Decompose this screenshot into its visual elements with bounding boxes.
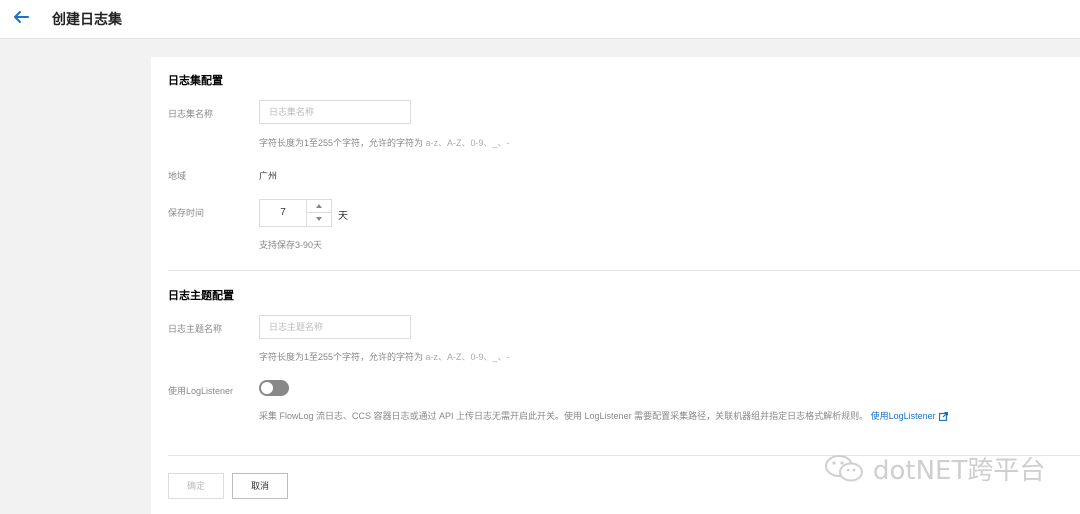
topic-name-label: 日志主题名称	[168, 324, 223, 334]
decrement-button[interactable]	[307, 213, 332, 226]
retention-stepper: 7	[259, 199, 332, 227]
retention-value[interactable]: 7	[260, 200, 306, 226]
external-link-icon[interactable]	[938, 412, 948, 422]
wechat-icon	[825, 455, 863, 482]
logset-name-label: 日志集名称	[168, 109, 214, 119]
logset-name-input[interactable]	[259, 100, 411, 124]
cancel-button[interactable]: 取消	[232, 473, 288, 499]
topic-name-input[interactable]	[259, 315, 411, 339]
confirm-button[interactable]: 确定	[168, 473, 224, 499]
region-value: 广州	[259, 171, 278, 181]
toggle-knob	[261, 382, 273, 394]
topic-name-hint: 字符长度为1至255个字符，允许的字符为 a-z、A-Z、0-9、_、-	[259, 350, 510, 363]
topic-section-title: 日志主题配置	[168, 290, 234, 302]
retention-hint: 支持保存3-90天	[259, 240, 323, 250]
top-bar: 创建日志集	[0, 0, 1080, 39]
stepper-buttons	[306, 200, 332, 226]
watermark-text: dotNET跨平台	[873, 456, 1046, 486]
topic-name-hint-text: 字符长度为1至255个字符，允许的字符为	[259, 352, 426, 362]
form-card: 日志集配置 日志集名称 字符长度为1至255个字符，允许的字符为 a-z、A-Z…	[151, 57, 1080, 514]
topic-name-hint-chars: a-z、A-Z、0-9、_、-	[425, 352, 510, 362]
logset-section-title: 日志集配置	[168, 75, 223, 87]
logset-name-hint: 字符长度为1至255个字符，允许的字符为 a-z、A-Z、0-9、_、-	[259, 136, 510, 149]
page-title: 创建日志集	[52, 11, 122, 27]
section-divider	[168, 270, 1080, 271]
loglistener-description: 采集 FlowLog 流日志、CCS 容器日志或通过 API 上传日志无需开启此…	[259, 409, 948, 422]
logset-name-hint-chars: a-z、A-Z、0-9、_、-	[425, 138, 510, 148]
loglistener-desc-text: 采集 FlowLog 流日志、CCS 容器日志或通过 API 上传日志无需开启此…	[259, 411, 869, 421]
increment-button[interactable]	[307, 200, 332, 213]
logset-name-hint-text: 字符长度为1至255个字符，允许的字符为	[259, 138, 426, 148]
retention-unit: 天	[338, 211, 348, 222]
retention-label: 保存时间	[168, 208, 205, 218]
arrow-left-icon[interactable]	[12, 9, 30, 25]
caret-down-icon	[316, 217, 322, 221]
loglistener-link[interactable]: 使用LogListener	[871, 411, 936, 421]
loglistener-label: 使用LogListener	[168, 386, 234, 396]
region-label: 地域	[168, 171, 187, 181]
loglistener-toggle[interactable]	[259, 380, 289, 396]
caret-up-icon	[316, 204, 322, 208]
